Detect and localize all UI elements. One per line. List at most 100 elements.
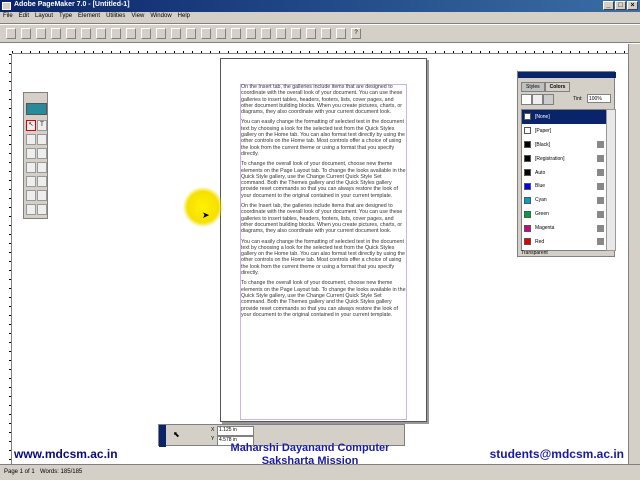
paragraph: You can easily change the formatting of … — [241, 238, 406, 277]
undo-icon[interactable] — [111, 28, 121, 39]
menu-bar: File Edit Layout Type Element Utilities View Wi… — [0, 12, 640, 24]
underline-icon[interactable] — [171, 28, 181, 39]
constrained-line-tool-icon[interactable] — [37, 148, 47, 159]
vertical-scrollbar[interactable] — [628, 44, 640, 464]
horizontal-ruler[interactable] — [12, 44, 628, 54]
styles-icon[interactable] — [246, 28, 256, 39]
frame-icon[interactable] — [276, 28, 286, 39]
paragraph-icon[interactable] — [186, 28, 196, 39]
email-watermark: students@mdcsm.ac.in — [489, 447, 624, 461]
transparent-label: Transparent — [521, 250, 548, 256]
pointer-tool-icon[interactable]: ↖ — [26, 120, 36, 131]
color-model-icon — [597, 182, 604, 190]
colors-palette: Styles Colors Tint: 100% [None] [Paper] [B… — [517, 71, 616, 257]
colors-icon[interactable] — [261, 28, 271, 39]
toolbox-palette: ↖ T — [23, 92, 48, 219]
color-swatch-item[interactable]: Green — [522, 207, 606, 221]
cut-icon[interactable] — [66, 28, 76, 39]
text-block[interactable]: On the Insert tab, the galleries include… — [241, 84, 407, 322]
close-button[interactable]: × — [627, 1, 638, 10]
color-swatch-item[interactable]: [None] — [522, 110, 606, 124]
indent-icon[interactable] — [201, 28, 211, 39]
paste-icon[interactable] — [96, 28, 106, 39]
color-swatch-item[interactable]: Auto — [522, 166, 606, 180]
save-icon[interactable] — [36, 28, 46, 39]
help-icon[interactable]: ? — [351, 28, 361, 39]
color-swatch-icon — [524, 224, 531, 232]
color-model-icon — [597, 169, 604, 176]
mouse-pointer-icon: ➤ — [202, 210, 210, 220]
menu-layout[interactable]: Layout — [32, 12, 56, 20]
menu-help[interactable]: Help — [175, 12, 193, 20]
color-name: Cyan — [535, 197, 547, 204]
ellipse-tool-icon[interactable] — [26, 176, 36, 187]
polygon-tool-icon[interactable] — [26, 190, 36, 201]
fill-icon[interactable] — [532, 94, 543, 105]
print-icon[interactable] — [51, 28, 61, 39]
color-name: Red — [535, 238, 545, 245]
palette-caption[interactable] — [518, 72, 616, 78]
italic-icon[interactable] — [156, 28, 166, 39]
color-name: [Black] — [535, 141, 551, 148]
open-icon[interactable] — [21, 28, 31, 39]
polygon-frame-tool-icon[interactable] — [37, 190, 47, 201]
x-field[interactable]: 1.125 in — [217, 426, 254, 436]
line-tool-icon[interactable] — [26, 148, 36, 159]
cursor-highlight — [183, 187, 223, 227]
color-swatch-item[interactable]: Magenta — [522, 221, 606, 235]
rectangle-frame-tool-icon[interactable] — [37, 162, 47, 173]
color-model-icon — [597, 210, 604, 218]
image-icon[interactable] — [291, 28, 301, 39]
ellipse-frame-tool-icon[interactable] — [37, 176, 47, 187]
rotate-tool-icon[interactable] — [26, 134, 36, 145]
color-swatch-item[interactable]: [Black] — [522, 138, 606, 152]
stroke-icon[interactable] — [521, 94, 532, 105]
control-palette-caption[interactable] — [159, 425, 166, 447]
table-icon[interactable] — [306, 28, 316, 39]
menu-element[interactable]: Element — [75, 12, 103, 20]
title-bar: Adobe PageMaker 7.0 - [Untitled-1] _ □ × — [0, 0, 640, 12]
text-icon[interactable] — [126, 28, 136, 39]
color-swatch-icon — [524, 169, 531, 176]
color-swatch-icon — [524, 210, 531, 218]
rectangle-tool-icon[interactable] — [26, 162, 36, 173]
pointer-proxy-icon[interactable]: ⬉ — [173, 430, 180, 439]
color-swatch-item[interactable]: Cyan — [522, 193, 606, 207]
vertical-ruler[interactable] — [0, 54, 12, 464]
bold-icon[interactable] — [141, 28, 151, 39]
menu-type[interactable]: Type — [56, 12, 75, 20]
color-swatch-item[interactable]: Red — [522, 235, 606, 249]
paragraph: You can easily change the formatting of … — [241, 119, 406, 157]
place-icon[interactable] — [321, 28, 331, 39]
color-swatch-icon — [524, 155, 531, 163]
paragraph: To change the overall look of your docum… — [241, 161, 406, 199]
zoom-icon[interactable] — [336, 28, 346, 39]
minimize-button[interactable]: _ — [603, 1, 614, 10]
tint-field[interactable]: 100% — [587, 94, 611, 103]
align-icon[interactable] — [216, 28, 226, 39]
tab-styles[interactable]: Styles — [521, 82, 545, 92]
color-swatch-item[interactable]: [Registration] — [522, 152, 606, 166]
menu-view[interactable]: View — [128, 12, 147, 20]
spacing-icon[interactable] — [231, 28, 241, 39]
tab-colors[interactable]: Colors — [544, 82, 571, 92]
menu-utilities[interactable]: Utilities — [103, 12, 128, 20]
crop-tool-icon[interactable] — [37, 134, 47, 145]
color-swatch-item[interactable]: [Paper] — [522, 124, 606, 138]
color-swatch-icon — [524, 182, 531, 190]
hand-tool-icon[interactable] — [26, 204, 36, 215]
both-icon[interactable] — [543, 94, 554, 105]
menu-window[interactable]: Window — [147, 12, 174, 20]
color-name: [Registration] — [535, 155, 565, 162]
menu-file[interactable]: File — [0, 12, 16, 20]
zoom-tool-icon[interactable] — [37, 204, 47, 215]
x-label: X — [211, 427, 215, 433]
color-list-scrollbar[interactable] — [606, 109, 616, 251]
color-swatch-item[interactable]: Blue — [522, 179, 606, 193]
text-tool-icon[interactable]: T — [37, 120, 47, 131]
maximize-button[interactable]: □ — [615, 1, 626, 10]
copy-icon[interactable] — [81, 28, 91, 39]
menu-edit[interactable]: Edit — [16, 12, 32, 20]
color-name: [Paper] — [535, 127, 552, 134]
new-icon[interactable] — [6, 28, 16, 39]
